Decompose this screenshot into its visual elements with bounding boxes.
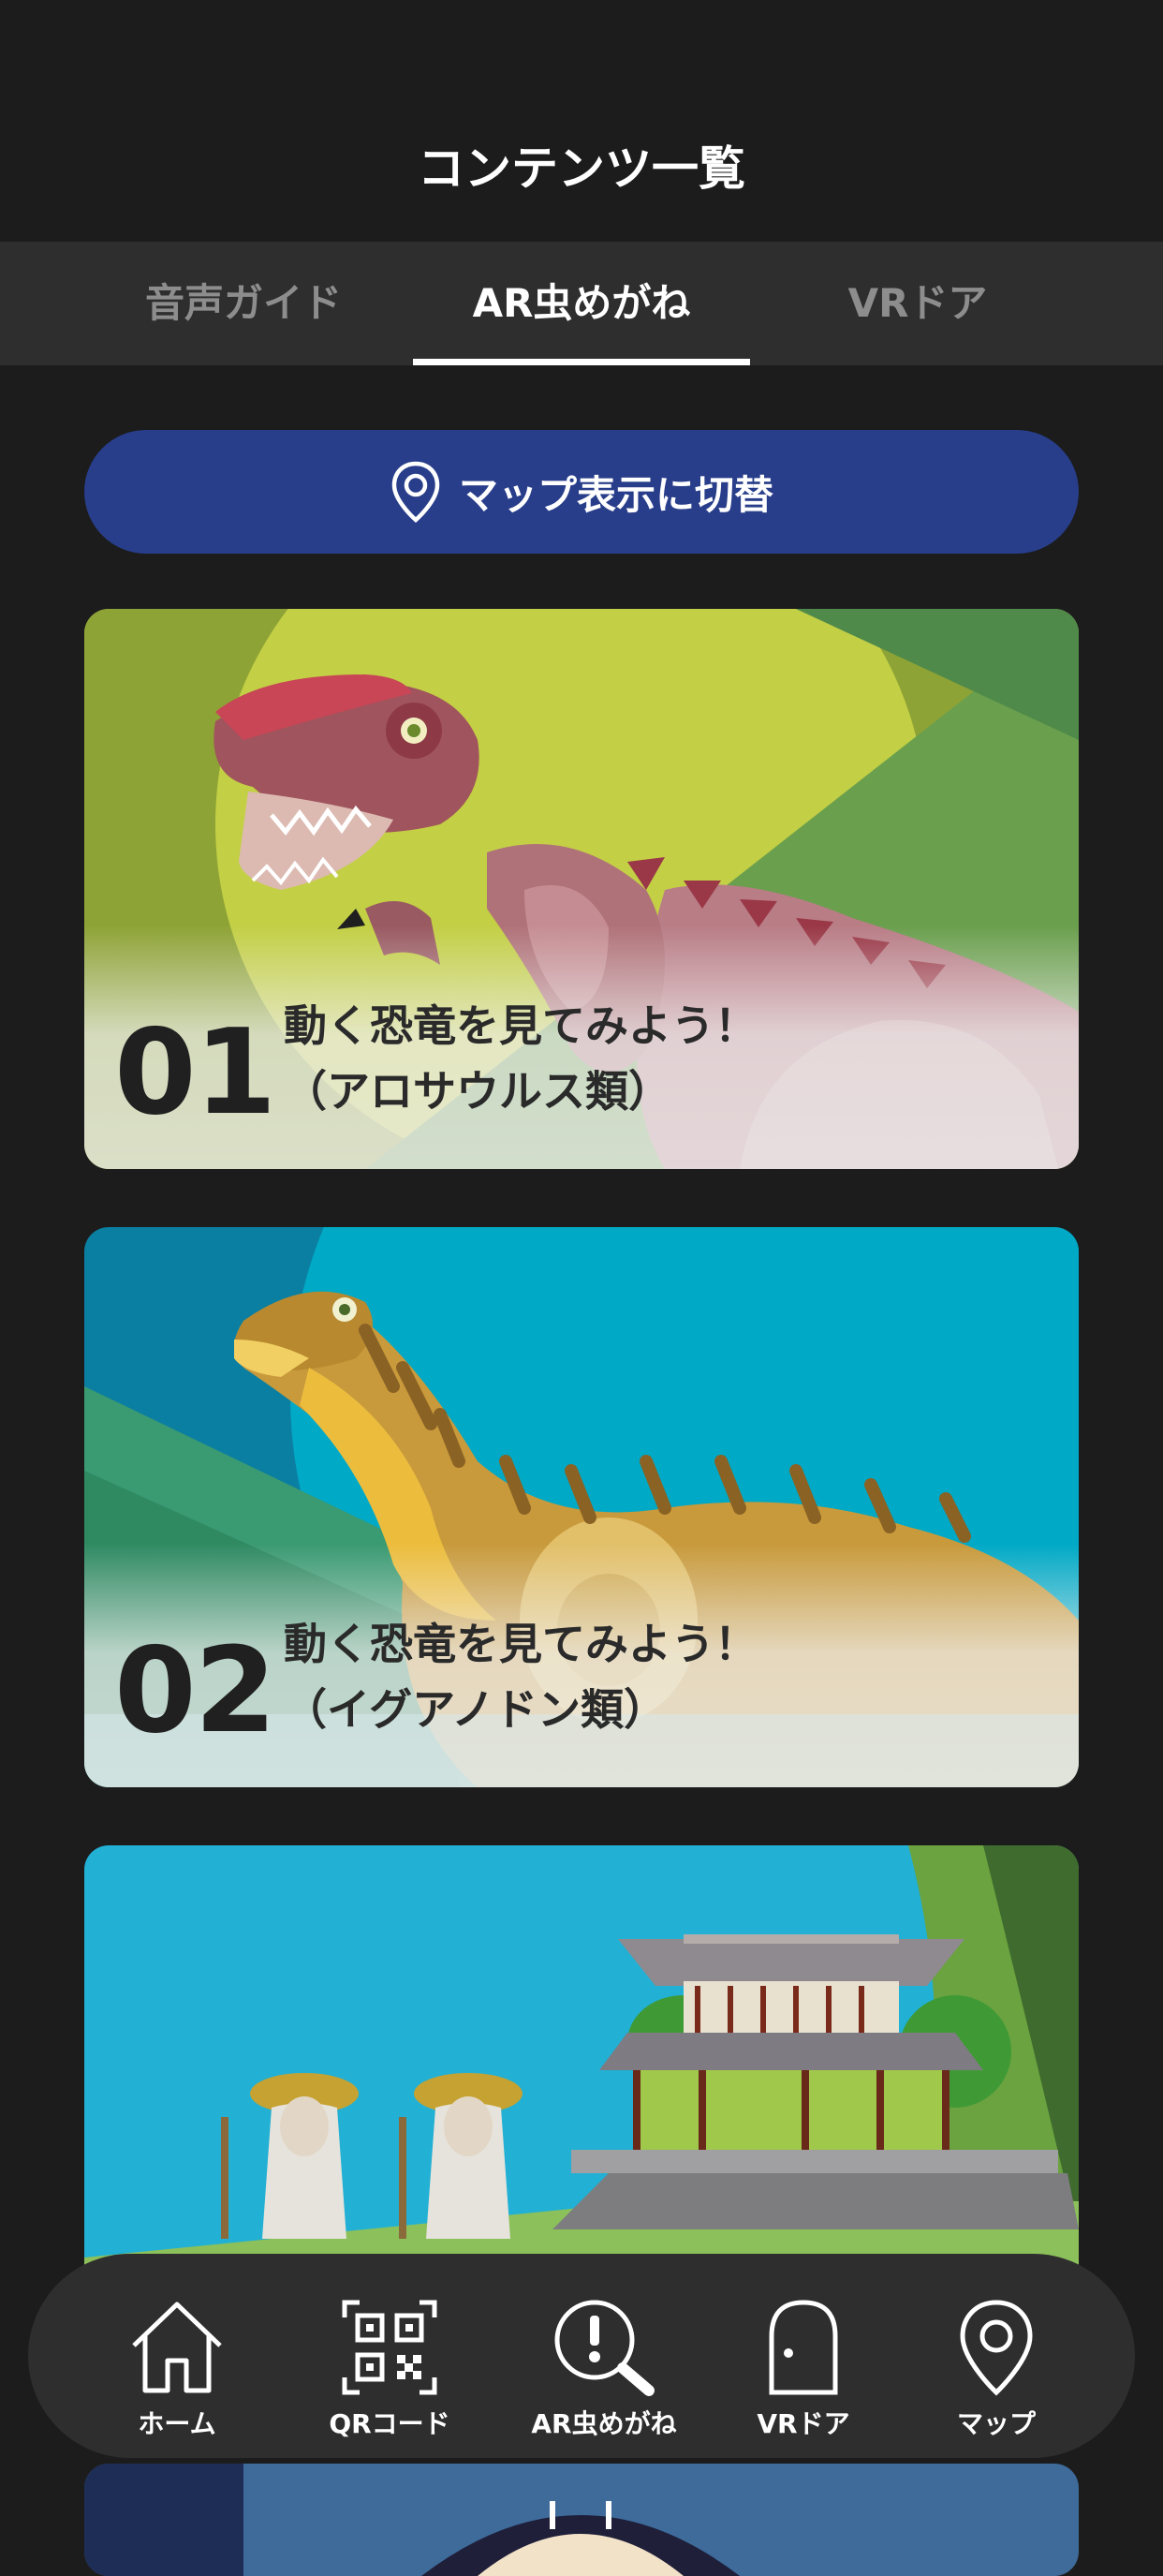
ar-magnifier-icon [554,2300,655,2396]
card-title-line2: （アロサウルス類） [284,1066,671,1117]
map-toggle-label: マップ表示に切替 [458,471,773,518]
tab-ar-magnifier-label: AR虫めがね [472,280,691,326]
card-title-line2: （イグアノドン類） [284,1684,667,1735]
card-number: 01 [114,1003,276,1141]
card-title-line1: 動く恐竜を見てみよう！ [284,1619,758,1669]
home-icon [132,2302,222,2393]
nav-ar-magnifier-label: AR虫めがね [531,2408,677,2439]
map-pin-icon [960,2300,1033,2396]
tab-ar-magnifier[interactable]: AR虫めがね [413,242,750,365]
map-pin-icon [391,461,440,523]
card-title: 動く恐竜を見てみよう！ （イグアノドン類） [284,1611,758,1742]
page-title: コンテンツ一覧 [418,141,745,196]
card-number: 02 [114,1621,276,1759]
content-card-04[interactable] [84,2464,1079,2576]
nav-home-label: ホーム [138,2408,216,2439]
nav-vr-door-label: VRドア [757,2408,850,2439]
tab-bar: 音声ガイド AR虫めがね VRドア [0,242,1163,365]
nav-qr-code[interactable]: QRコード [296,2291,483,2441]
nav-qr-code-label: QRコード [329,2408,450,2439]
nav-map[interactable]: マップ [903,2291,1090,2441]
content-card-01[interactable]: 01 動く恐竜を見てみよう！ （アロサウルス類） [84,609,1079,1169]
nav-home[interactable]: ホーム [83,2291,271,2441]
bottom-navigation: ホーム QRコード AR虫めがね VRドア マップ [28,2254,1135,2458]
tab-vr-door[interactable]: VRドア [768,242,1067,365]
content-card-02[interactable]: 02 動く恐竜を見てみよう！ （イグアノドン類） [84,1227,1079,1787]
nav-map-label: マップ [956,2408,1036,2439]
tab-audio-guide[interactable]: 音声ガイド [94,242,393,365]
active-tab-indicator [413,359,750,365]
map-toggle-button[interactable]: マップ表示に切替 [84,430,1079,554]
card-title: 動く恐竜を見てみよう！ （アロサウルス類） [284,993,758,1124]
character-illustration [84,2464,1079,2576]
qr-code-icon [342,2300,437,2395]
nav-ar-magnifier[interactable]: AR虫めがね [510,2291,698,2441]
door-icon [769,2300,838,2395]
nav-vr-door[interactable]: VRドア [710,2291,897,2441]
card-title-line1: 動く恐竜を見てみよう！ [284,1000,758,1051]
